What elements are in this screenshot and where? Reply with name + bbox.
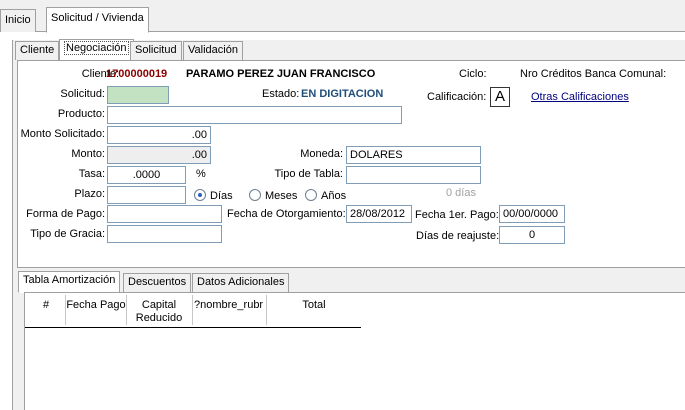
plazo-anos-radio[interactable] <box>305 189 317 201</box>
monto-field[interactable]: .00 <box>107 146 211 164</box>
col-nombre-rubro[interactable]: ?nombre_rubr <box>194 299 266 312</box>
fecha-primer-pago-field[interactable]: 00/00/0000 <box>499 205 565 223</box>
tab-cliente-label: Cliente <box>20 44 55 56</box>
tab-solicitud[interactable]: Solicitud <box>130 41 182 60</box>
plazo-field[interactable] <box>107 186 186 204</box>
forma-pago-label: Forma de Pago: <box>26 208 105 220</box>
producto-label: Producto: <box>57 108 105 120</box>
tab-validacion-label: Validación <box>188 44 238 56</box>
tipo-gracia-field[interactable] <box>107 225 222 243</box>
col-total[interactable]: Total <box>267 299 361 312</box>
amortization-grid: # Fecha Pago Capital Reducido ?nombre_ru… <box>24 292 685 410</box>
tab-descuentos[interactable]: Descuentos <box>123 273 192 292</box>
dias-reajuste-label: Días de reajuste: <box>416 230 500 242</box>
tab-inicio[interactable]: Inicio <box>0 9 36 32</box>
solicitud-field[interactable] <box>107 86 169 104</box>
detail-tab-bar: Tabla Amortización Descuentos Datos Adic… <box>17 270 685 293</box>
producto-field[interactable] <box>107 106 402 124</box>
monto-label: Monto: <box>71 148 105 160</box>
tab-solicitud-vivienda[interactable]: Solicitud / Vivienda <box>46 7 149 33</box>
plazo-dias-display: 0 días <box>446 187 476 199</box>
monto-solicitado-field[interactable]: .00 <box>107 126 211 144</box>
tasa-unit: % <box>196 168 206 180</box>
cliente-name: PARAMO PEREZ JUAN FRANCISCO <box>186 68 376 80</box>
tab-validacion[interactable]: Validación <box>183 41 243 60</box>
fecha-otorgamiento-field[interactable]: 28/08/2012 <box>346 205 412 223</box>
solicitud-label: Solicitud: <box>60 88 105 100</box>
tab-cliente[interactable]: Cliente <box>15 41 60 60</box>
calificacion-label: Calificación: <box>427 91 487 103</box>
tasa-field[interactable]: .0000 <box>107 166 186 184</box>
plazo-meses-label: Meses <box>265 190 298 202</box>
moneda-field[interactable]: DOLARES <box>346 146 481 164</box>
moneda-label: Moneda: <box>300 148 343 160</box>
col-number[interactable]: # <box>33 299 59 312</box>
plazo-label: Plazo: <box>74 188 105 200</box>
tab-negociacion-label: Negociación <box>64 41 129 55</box>
dias-reajuste-field[interactable]: 0 <box>499 226 565 244</box>
tab-tabla-amortizacion[interactable]: Tabla Amortización <box>18 271 121 293</box>
forma-pago-field[interactable] <box>107 205 222 223</box>
calificacion-value: A <box>490 87 510 107</box>
plazo-anos-label: Años <box>321 190 347 202</box>
tipo-gracia-label: Tipo de Gracia: <box>30 228 105 240</box>
tab-datos-adicionales[interactable]: Datos Adicionales <box>192 273 290 292</box>
monto-solicitado-label: Monto Solicitado: <box>20 128 105 140</box>
tab-inicio-label: Inicio <box>5 14 31 26</box>
tab-tabla-amortizacion-label: Tabla Amortización <box>23 274 116 286</box>
tasa-label: Tasa: <box>78 168 105 180</box>
otras-calificaciones-link[interactable]: Otras Calificaciones <box>531 91 629 103</box>
tab-negociacion[interactable]: Negociación <box>59 39 134 61</box>
col-capital-reducido[interactable]: Capital Reducido <box>127 299 191 325</box>
tab-solicitud-label: Solicitud <box>135 44 177 56</box>
main-tab-bar: Inicio Solicitud / Vivienda <box>0 0 685 33</box>
negociacion-form: Cliente: 1700000019 PARAMO PEREZ JUAN FR… <box>17 60 685 268</box>
tab-descuentos-label: Descuentos <box>128 276 187 288</box>
fecha-primer-pago-label: Fecha 1er. Pago: <box>415 209 499 221</box>
tipo-tabla-field[interactable] <box>346 166 481 184</box>
plazo-dias-label: Días <box>210 190 233 202</box>
col-separator <box>192 295 193 325</box>
plazo-meses-radio[interactable] <box>249 189 261 201</box>
cliente-code: 1700000019 <box>106 68 168 80</box>
tab-solicitud-vivienda-label: Solicitud / Vivienda <box>51 12 144 24</box>
estado-value: EN DIGITACION <box>301 88 384 100</box>
fecha-otorgamiento-label: Fecha de Otorgamiento: <box>227 208 346 220</box>
nro-creditos-label: Nro Créditos Banca Comunal: <box>520 68 667 80</box>
ciclo-label: Ciclo: <box>459 68 487 80</box>
tipo-tabla-label: Tipo de Tabla: <box>274 168 344 180</box>
sub-tab-bar: Cliente Negociación Solicitud Validación <box>13 39 685 61</box>
tab-datos-adicionales-label: Datos Adicionales <box>197 276 285 288</box>
estado-label: Estado: <box>262 88 300 100</box>
plazo-dias-radio[interactable] <box>194 189 206 201</box>
col-fecha-pago[interactable]: Fecha Pago <box>66 299 126 312</box>
grid-header-line <box>25 327 361 328</box>
